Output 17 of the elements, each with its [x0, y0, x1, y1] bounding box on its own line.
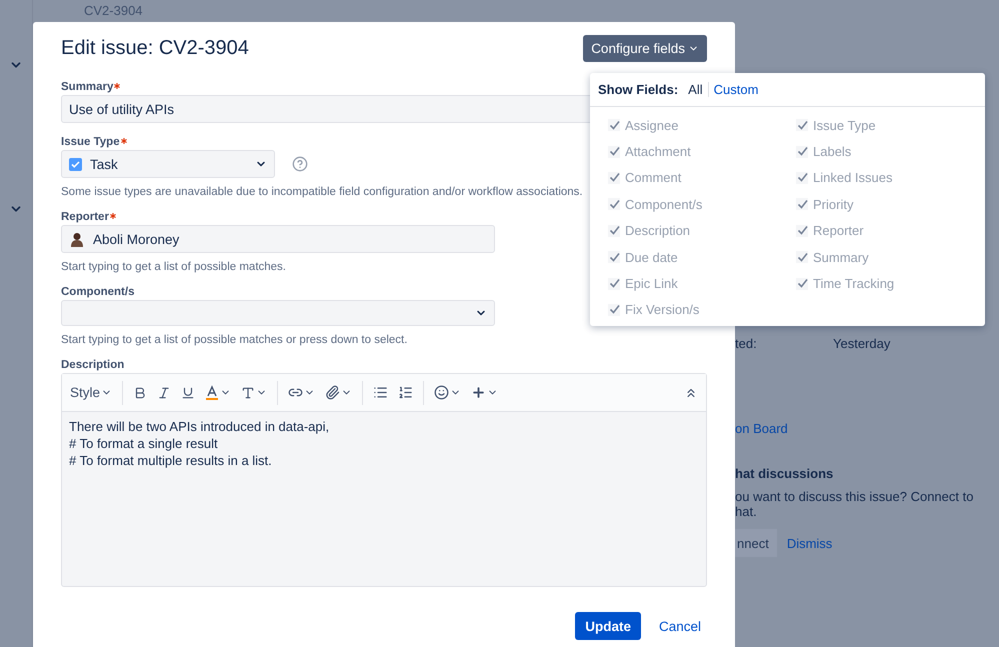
field-label: Summary — [61, 81, 114, 93]
field-hint: Some issue types are unavailable due to incompatible field configuration and/or workflow associations. — [61, 186, 583, 198]
field-label: Reporter — [61, 211, 109, 223]
field-label: Component/s — [61, 286, 134, 298]
field-label: Issue Type — [61, 136, 120, 148]
dialog-title: Edit issue: CV2-3904 — [61, 37, 249, 60]
chat-text: hat. — [735, 504, 758, 519]
chat-text: ou want to discuss this issue? Connect to — [735, 489, 974, 504]
created-value: Yesterday — [833, 336, 890, 351]
field-label: Description — [61, 359, 124, 371]
issue-key: CV2-3904 — [33, 0, 999, 18]
field-hint: Start typing to get a list of possible matches. — [61, 261, 286, 273]
field-hint: Start typing to get a list of possible matches or press down to select. — [61, 334, 408, 346]
description-text: There will be two APIs introduced in data-api, # To format a single result # To format multiple results in a list. — [68, 418, 330, 470]
chat-title: hat discussions — [735, 466, 834, 481]
created-label: ted: — [735, 336, 758, 351]
show-fields-label: Show Fields: — [598, 82, 678, 97]
